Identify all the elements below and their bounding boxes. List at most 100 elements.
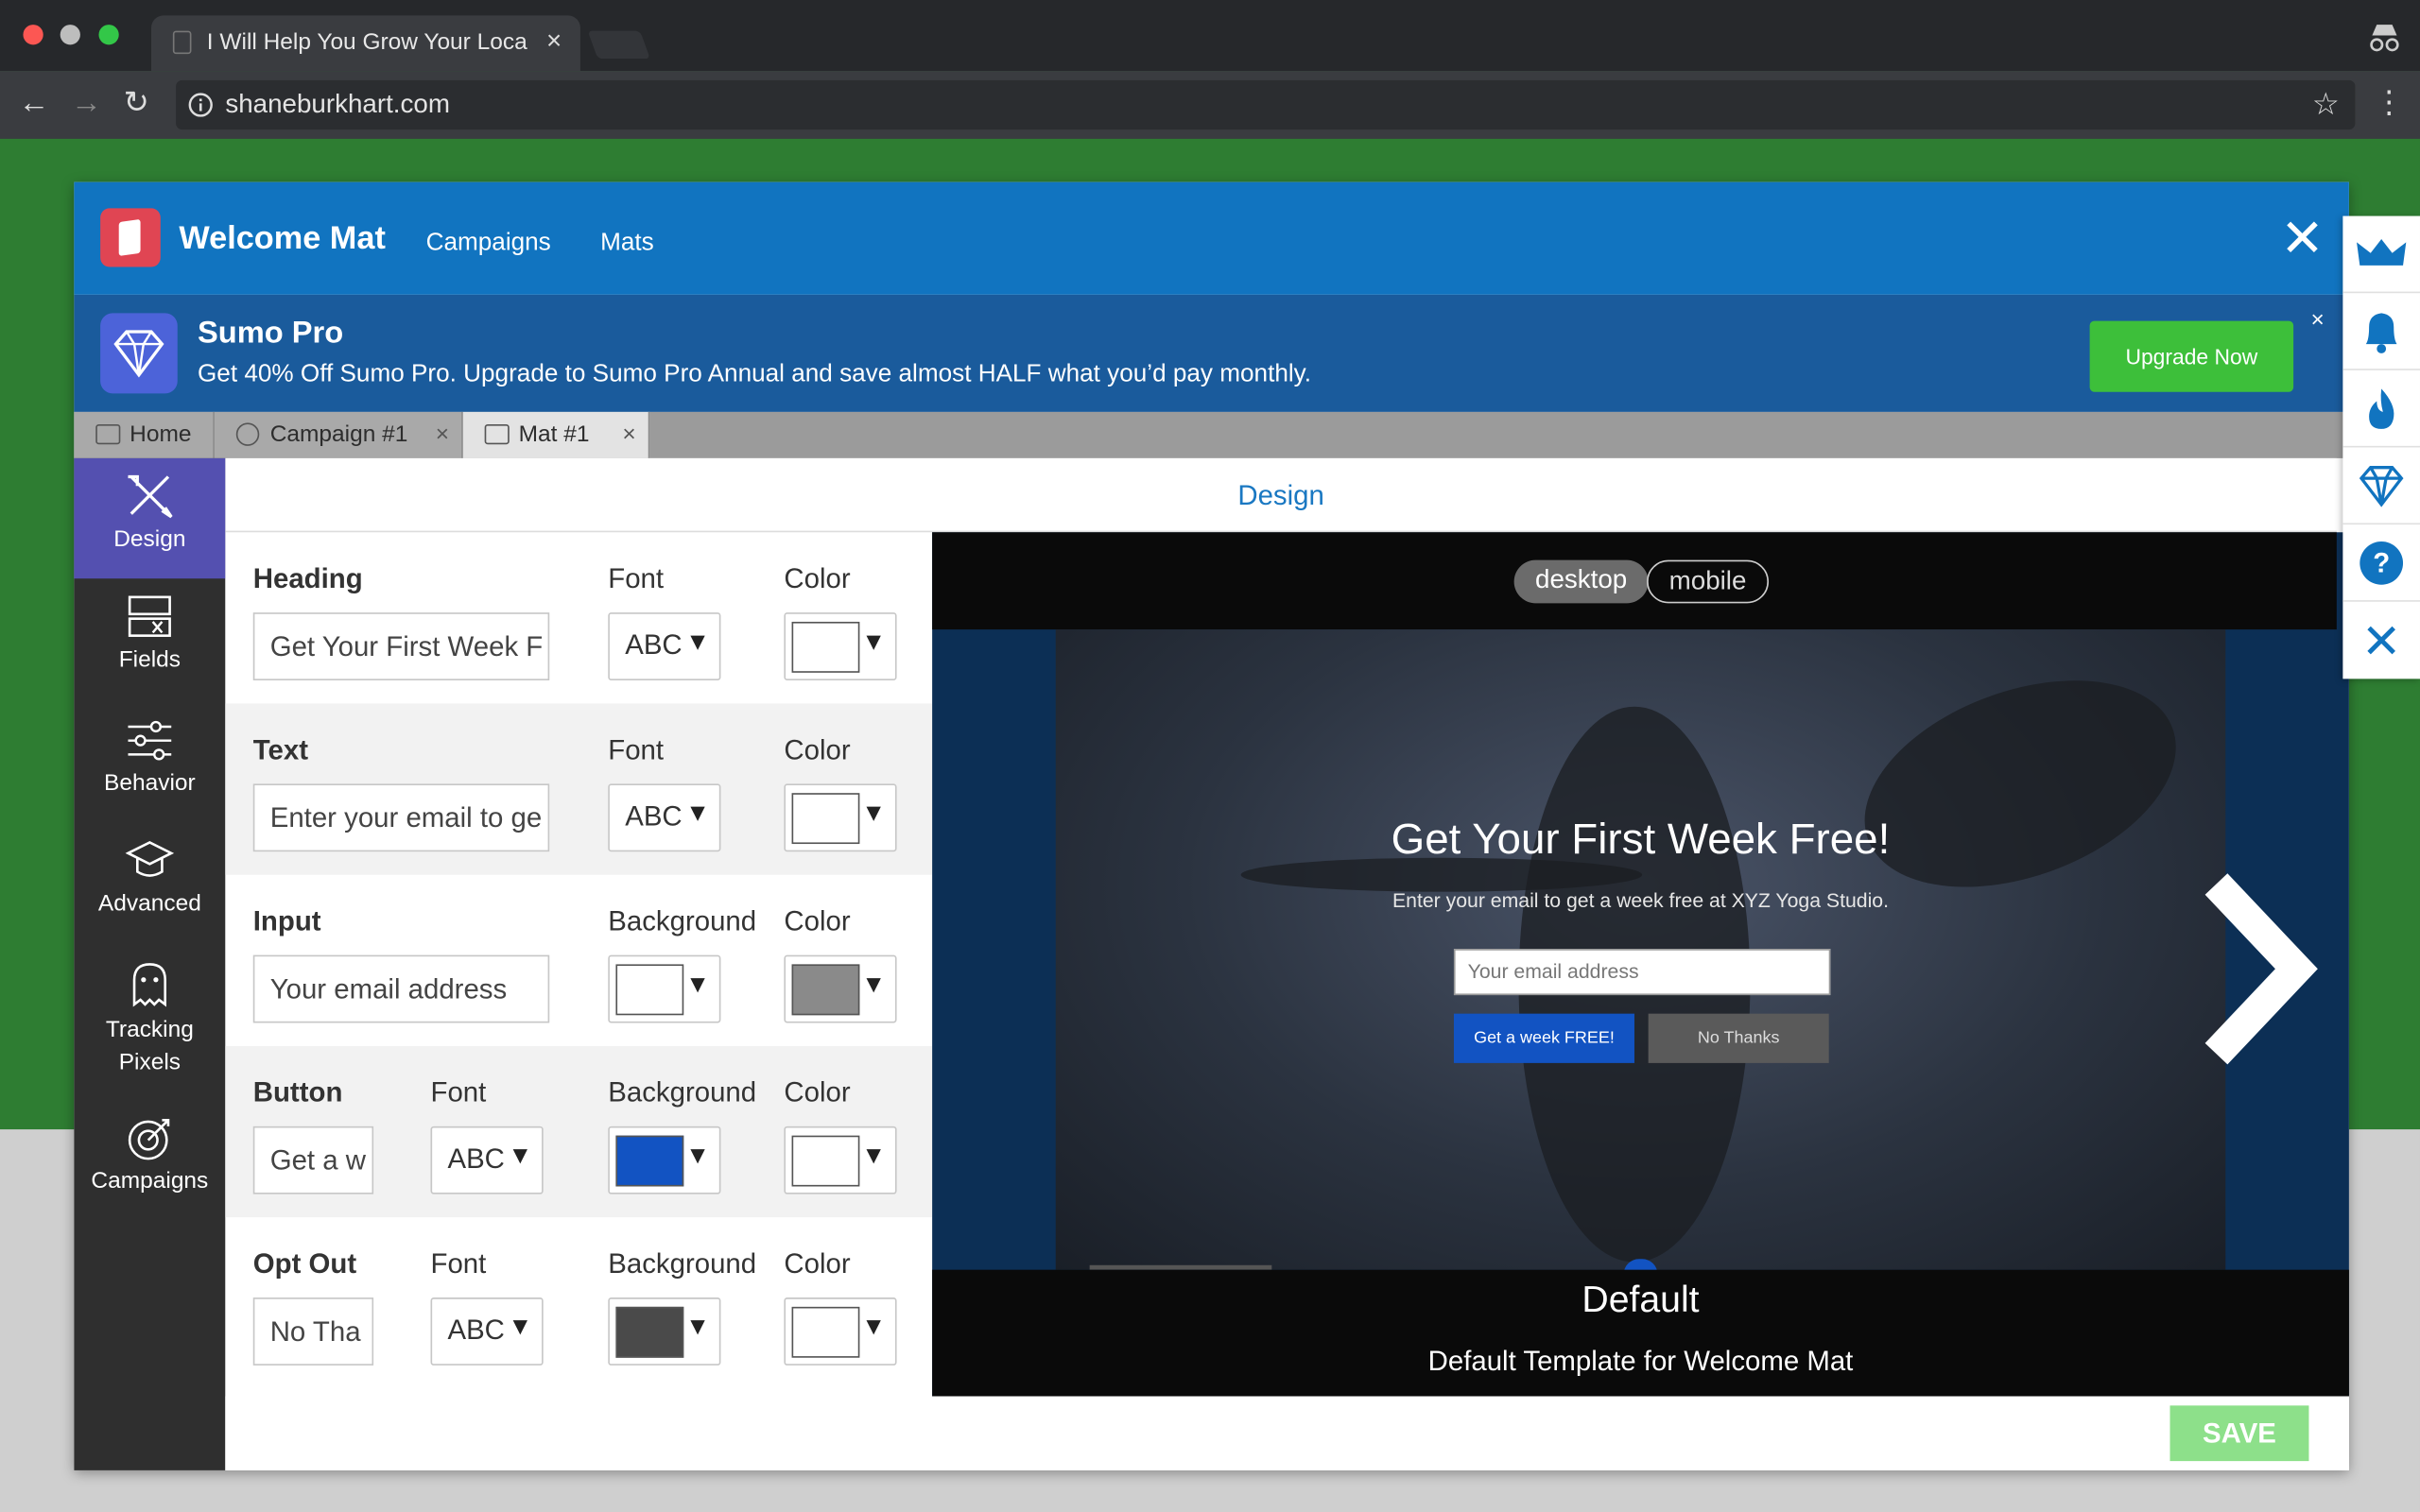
tab-close-icon[interactable]: ×	[546, 26, 562, 58]
sidebar-item-fields[interactable]: Fields	[74, 594, 225, 702]
color-label: Color	[784, 1247, 851, 1280]
bookmark-star-icon[interactable]: ☆	[2312, 85, 2340, 124]
button-text-input[interactable]: Get a w	[252, 1125, 374, 1194]
color-swatch	[791, 793, 860, 845]
heading-color-picker[interactable]: ▼	[784, 612, 897, 680]
back-icon[interactable]: ←	[19, 86, 50, 120]
preview-optout-button[interactable]: No Thanks	[1648, 1013, 1829, 1063]
sidebar-item-campaigns[interactable]: Campaigns	[74, 1115, 225, 1223]
minimize-window-icon[interactable]	[60, 25, 80, 45]
color-label: Color	[784, 734, 851, 765]
nav-mats[interactable]: Mats	[600, 230, 654, 257]
text-color-picker[interactable]: ▼	[784, 783, 897, 852]
font-label: Font	[430, 1247, 487, 1280]
heading-font-select[interactable]: ABC ▼	[608, 612, 721, 680]
promo-close-icon[interactable]: ×	[2310, 307, 2324, 334]
input-color-picker[interactable]: ▼	[784, 954, 897, 1023]
workspace-tabs: Home Campaign #1 × Mat #1 ×	[74, 411, 2349, 458]
question-icon[interactable]: ?	[2342, 524, 2420, 602]
background-label: Background	[608, 1076, 757, 1108]
dropdown-arrow-icon: ▼	[685, 1314, 711, 1341]
crown-icon[interactable]	[2342, 216, 2420, 294]
upgrade-now-button[interactable]: Upgrade Now	[2089, 320, 2294, 392]
opt-out-font-select[interactable]: ABC ▼	[430, 1297, 544, 1366]
dropdown-arrow-icon: ▼	[861, 800, 887, 828]
dropdown-arrow-icon: ▼	[861, 629, 887, 656]
welcome-mat-panel: Welcome Mat Campaigns Mats ✕ Sumo Pro Ge…	[74, 181, 2349, 1470]
welcome-mat-logo-icon	[100, 208, 161, 267]
next-template-chevron-icon[interactable]	[2201, 868, 2325, 1069]
tab-campaign-1[interactable]: Campaign #1 ×	[214, 411, 463, 458]
opt-out-text-input[interactable]: No Tha	[252, 1297, 374, 1366]
sidebar: Design Fields Behavior Advanced Tracking…	[74, 457, 226, 1470]
text-content-input[interactable]: Enter your email to ge	[252, 783, 550, 852]
button-background-picker[interactable]: ▼	[608, 1125, 721, 1194]
color-swatch	[615, 1306, 684, 1358]
input-background-picker[interactable]: ▼	[608, 954, 721, 1023]
button-color-picker[interactable]: ▼	[784, 1125, 897, 1194]
row-label: Opt Out	[252, 1247, 357, 1280]
tab-mat-1[interactable]: Mat #1 ×	[462, 411, 650, 458]
color-swatch	[791, 1306, 860, 1358]
close-window-icon[interactable]	[23, 25, 43, 45]
sidebar-item-advanced[interactable]: Advanced	[74, 838, 225, 946]
close-icon[interactable]	[2342, 602, 2420, 679]
promo-title: Sumo Pro	[197, 316, 344, 351]
flame-icon[interactable]	[2342, 370, 2420, 448]
reload-icon[interactable]: ↻	[124, 86, 149, 120]
design-row-opt-out: Opt Out No Tha Font ABC ▼ Background ▼ C…	[225, 1217, 932, 1388]
address-bar[interactable]: shaneburkhart.com ☆	[176, 79, 2356, 130]
mat-icon	[484, 423, 510, 445]
url-text: shaneburkhart.com	[225, 89, 450, 119]
sidebar-item-label: Tracking Pixels	[105, 1016, 194, 1075]
row-label: Button	[252, 1076, 343, 1108]
preview-cta-button[interactable]: Get a week FREE!	[1453, 1013, 1634, 1063]
menu-icon[interactable]: ⋮	[2374, 86, 2405, 120]
diamond-icon[interactable]	[2342, 447, 2420, 525]
color-label: Color	[784, 562, 851, 594]
preview-email-input[interactable]: Your email address	[1453, 949, 1831, 996]
info-icon	[188, 93, 213, 117]
input-placeholder-input[interactable]: Your email address	[252, 954, 550, 1023]
preview-background-image: Get Your First Week Free! Enter your ema…	[1055, 629, 2226, 1275]
promo-description: Get 40% Off Sumo Pro. Upgrade to Sumo Pr…	[197, 361, 1312, 387]
fields-icon	[128, 595, 171, 637]
dropdown-arrow-icon: ▼	[685, 1143, 711, 1170]
opt-out-color-picker[interactable]: ▼	[784, 1297, 897, 1366]
sidebar-item-design[interactable]: Design	[74, 457, 226, 579]
mobile-toggle[interactable]: mobile	[1647, 559, 1770, 604]
bell-icon[interactable]	[2342, 293, 2420, 370]
svg-text:?: ?	[2373, 548, 2390, 579]
font-value: ABC	[447, 1143, 505, 1175]
color-swatch	[791, 964, 860, 1016]
sidebar-item-label: Campaigns	[91, 1167, 209, 1194]
forward-icon[interactable]: →	[71, 86, 102, 120]
save-button[interactable]: SAVE	[2169, 1405, 2309, 1462]
opt-out-background-picker[interactable]: ▼	[608, 1297, 721, 1366]
tab-label: Campaign #1	[269, 421, 408, 448]
color-swatch	[791, 621, 860, 673]
save-bar: SAVE	[225, 1396, 2349, 1470]
promo-banner: Sumo Pro Get 40% Off Sumo Pro. Upgrade t…	[74, 294, 2349, 412]
graduation-cap-icon	[125, 840, 175, 877]
dropdown-arrow-icon: ▼	[508, 1143, 533, 1170]
tab-home[interactable]: Home	[74, 411, 215, 458]
button-font-select[interactable]: ABC ▼	[430, 1125, 544, 1194]
sidebar-item-behavior[interactable]: Behavior	[74, 717, 225, 825]
target-icon	[128, 1118, 170, 1160]
heading-text-input[interactable]: Get Your First Week F	[252, 612, 550, 680]
tab-close-icon[interactable]: ×	[436, 412, 449, 458]
close-panel-icon[interactable]: ✕	[2280, 213, 2325, 266]
browser-tab[interactable]: I Will Help You Grow Your Loca ×	[150, 15, 580, 72]
tab-close-icon[interactable]: ×	[622, 412, 635, 458]
envelope-icon	[95, 423, 121, 445]
browser-titlebar: I Will Help You Grow Your Loca ×	[0, 0, 2420, 72]
sidebar-item-label: Design	[113, 525, 186, 553]
desktop-toggle[interactable]: desktop	[1513, 559, 1649, 604]
sidebar-item-tracking-pixels[interactable]: Tracking Pixels	[74, 961, 225, 1100]
text-font-select[interactable]: ABC ▼	[608, 783, 721, 852]
nav-campaigns[interactable]: Campaigns	[426, 230, 551, 257]
new-tab-button[interactable]	[587, 30, 650, 60]
maximize-window-icon[interactable]	[98, 25, 119, 45]
color-label: Color	[784, 1076, 851, 1108]
